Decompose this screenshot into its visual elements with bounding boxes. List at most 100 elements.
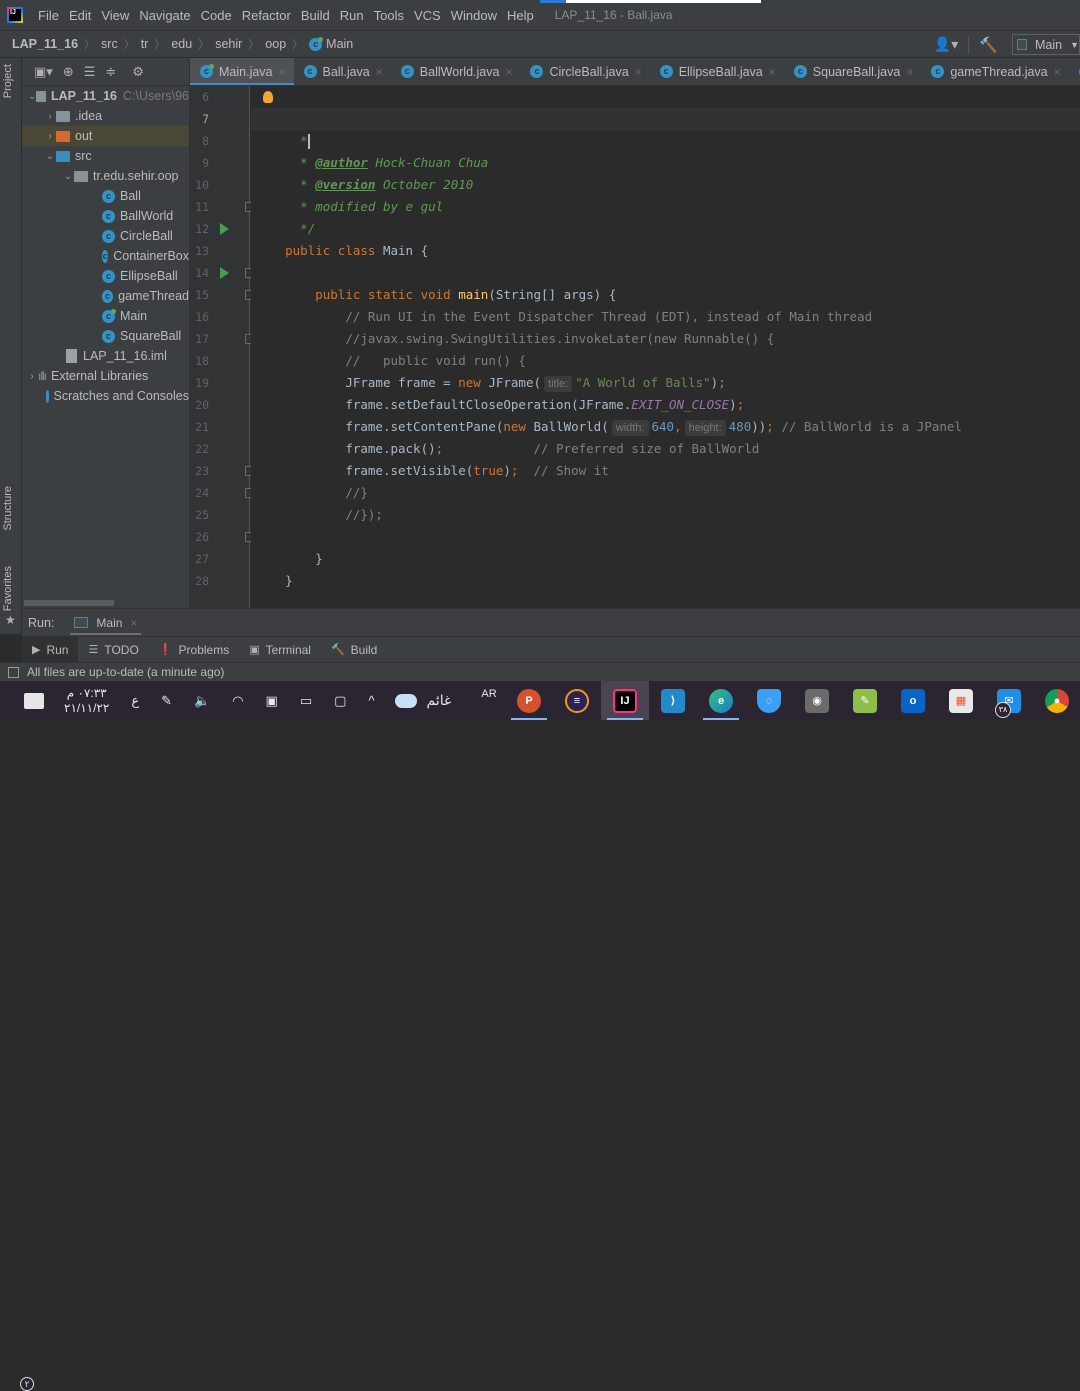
tool-windows-icon[interactable] (8, 666, 19, 678)
tab-ballworld-java[interactable]: c BallWorld.java × (391, 58, 521, 85)
gear-icon[interactable]: ⚙ (132, 64, 144, 80)
tab-gamethread-java[interactable]: c gameThread.java × (921, 58, 1068, 85)
tree-item-idea[interactable]: › .idea (22, 106, 189, 126)
tree-item-class[interactable]: c CircleBall (22, 226, 189, 246)
tool-tab-build[interactable]: 🔨 Build (321, 637, 387, 663)
tree-item-out[interactable]: › out (22, 126, 189, 146)
wifi-icon[interactable]: ◠ (232, 693, 243, 709)
taskbar-app-vpn[interactable]: ◌ (745, 681, 793, 720)
weather-widget[interactable]: غائم (394, 692, 451, 709)
taskbar-app-notepad-plus-plus[interactable]: ✎ (841, 681, 889, 720)
taskbar-app-mail[interactable]: ✉ ٣٨ (985, 681, 1033, 720)
menu-edit[interactable]: Edit (69, 8, 91, 23)
pen-icon[interactable]: ✎ (161, 693, 172, 709)
taskbar-app-eclipse[interactable]: ≡ (553, 681, 601, 720)
tree-item-iml[interactable]: LAP_11_16.iml (22, 346, 189, 366)
breadcrumb-edu[interactable]: edu (171, 37, 192, 51)
tree-item-class[interactable]: c SquareBall (22, 326, 189, 346)
run-tab-main[interactable]: Main × (70, 609, 142, 637)
menu-tools[interactable]: Tools (374, 8, 404, 23)
menu-code[interactable]: Code (201, 8, 232, 23)
tab-ellipseball-java[interactable]: c EllipseBall.java × (650, 58, 784, 85)
close-icon[interactable]: × (505, 65, 512, 79)
run-gutter-icon[interactable] (220, 223, 229, 235)
tree-item-class[interactable]: c Ball (22, 186, 189, 206)
input-language-indicator[interactable]: ع (131, 693, 139, 709)
camera-tray-icon[interactable]: ▢ (334, 693, 346, 709)
taskbar-app-store[interactable]: ▦ (937, 681, 985, 720)
menu-run[interactable]: Run (340, 8, 364, 23)
menu-file[interactable]: File (38, 8, 59, 23)
tree-item-class[interactable]: c gameThread (22, 286, 189, 306)
tree-item-package[interactable]: ⌄ tr.edu.sehir.oop (22, 166, 189, 186)
lightbulb-icon[interactable] (263, 91, 273, 103)
notification-center-icon[interactable] (24, 692, 44, 709)
tool-tab-favorites[interactable]: Favorites (2, 566, 14, 611)
tool-tab-problems[interactable]: ❗ Problems (149, 637, 239, 663)
close-icon[interactable]: × (376, 65, 383, 79)
taskbar-app-chrome[interactable]: ● (1033, 681, 1080, 720)
tree-item-class[interactable]: c EllipseBall (22, 266, 189, 286)
chevron-down-icon[interactable]: ⌄ (62, 171, 74, 182)
taskbar-clock[interactable]: ٠٧:٣٣ م ٢١/١١/٢٢ (64, 686, 109, 716)
close-icon[interactable]: × (279, 65, 286, 79)
breadcrumb-tr[interactable]: tr (141, 37, 149, 51)
close-icon[interactable]: × (769, 65, 776, 79)
tab-ball-java[interactable]: c Ball.java × (294, 58, 391, 85)
battery-icon[interactable]: ▭ (300, 693, 312, 709)
keyboard-language[interactable]: AR (481, 688, 496, 700)
menu-navigate[interactable]: Navigate (139, 8, 190, 23)
breadcrumb-project[interactable]: LAP_11_16 (12, 37, 78, 51)
locate-file-icon[interactable]: ⊕ (63, 64, 74, 80)
tab-circleball-java[interactable]: c CircleBall.java × (520, 58, 649, 85)
collapse-all-icon[interactable]: ≑ (105, 64, 116, 80)
close-icon[interactable]: × (635, 65, 642, 79)
taskbar-app-vscode[interactable]: ⟩ (649, 681, 697, 720)
chevron-right-icon[interactable]: › (26, 371, 38, 382)
chevron-down-icon[interactable]: ⌄ (28, 91, 36, 102)
build-hammer-icon[interactable]: 🔨 (979, 36, 998, 54)
menu-refactor[interactable]: Refactor (242, 8, 291, 23)
tree-item-class[interactable]: c BallWorld (22, 206, 189, 226)
taskbar-app-intellij[interactable]: IJ (601, 681, 649, 720)
taskbar-app-camera[interactable]: ◉ (793, 681, 841, 720)
chevron-right-icon[interactable]: › (44, 131, 56, 142)
horizontal-scrollbar[interactable] (24, 600, 114, 606)
tool-tab-todo[interactable]: ☰ TODO (78, 637, 148, 663)
run-gutter-icon[interactable] (220, 267, 229, 279)
chevron-right-icon[interactable]: › (44, 111, 56, 122)
breadcrumb-main[interactable]: Main (326, 37, 353, 51)
tree-item-external-libraries[interactable]: › ıllı External Libraries (22, 366, 189, 386)
chevron-down-icon[interactable]: ⌄ (44, 151, 56, 162)
tab-main-java[interactable]: c Main.java × (190, 58, 294, 85)
close-icon[interactable]: × (130, 616, 137, 630)
menu-build[interactable]: Build (301, 8, 330, 23)
code-editor[interactable]: Main Program for running the bouncing ba… (251, 86, 1080, 608)
breadcrumb-oop[interactable]: oop (265, 37, 286, 51)
breadcrumb-sehir[interactable]: sehir (215, 37, 242, 51)
tree-item-class[interactable]: c Main (22, 306, 189, 326)
view-mode-icon[interactable]: ▣▾ (34, 64, 53, 80)
tree-item-src[interactable]: ⌄ src (22, 146, 189, 166)
tab-squareball-java[interactable]: c SquareBall.java × (784, 58, 922, 85)
menu-vcs[interactable]: VCS (414, 8, 441, 23)
tree-item-class[interactable]: c ContainerBox (22, 246, 189, 266)
run-configuration-select[interactable]: Main ▼ (1012, 34, 1080, 55)
close-icon[interactable]: × (906, 65, 913, 79)
close-icon[interactable]: × (1054, 65, 1061, 79)
chevron-up-icon[interactable]: ^ (368, 693, 374, 708)
tool-tab-run[interactable]: ▶ Run (22, 636, 79, 663)
menu-view[interactable]: View (101, 8, 129, 23)
taskbar-app-edge[interactable]: e (697, 681, 745, 720)
menu-window[interactable]: Window (451, 8, 497, 23)
volume-icon[interactable]: 🔈 (194, 693, 210, 709)
taskbar-app-outlook[interactable]: o (889, 681, 937, 720)
menu-help[interactable]: Help (507, 8, 534, 23)
tool-tab-structure[interactable]: Structure (2, 486, 14, 531)
tree-item-module[interactable]: ⌄ LAP_11_16 C:\Users\96 (22, 86, 189, 106)
user-icon[interactable]: 👤▾ (934, 36, 958, 53)
expand-all-icon[interactable]: ☰ (84, 64, 96, 80)
tool-tab-project[interactable]: Project (2, 64, 14, 98)
taskbar-app-powerpoint[interactable]: P (505, 681, 553, 720)
tree-item-scratches[interactable]: Scratches and Consoles (22, 386, 189, 406)
